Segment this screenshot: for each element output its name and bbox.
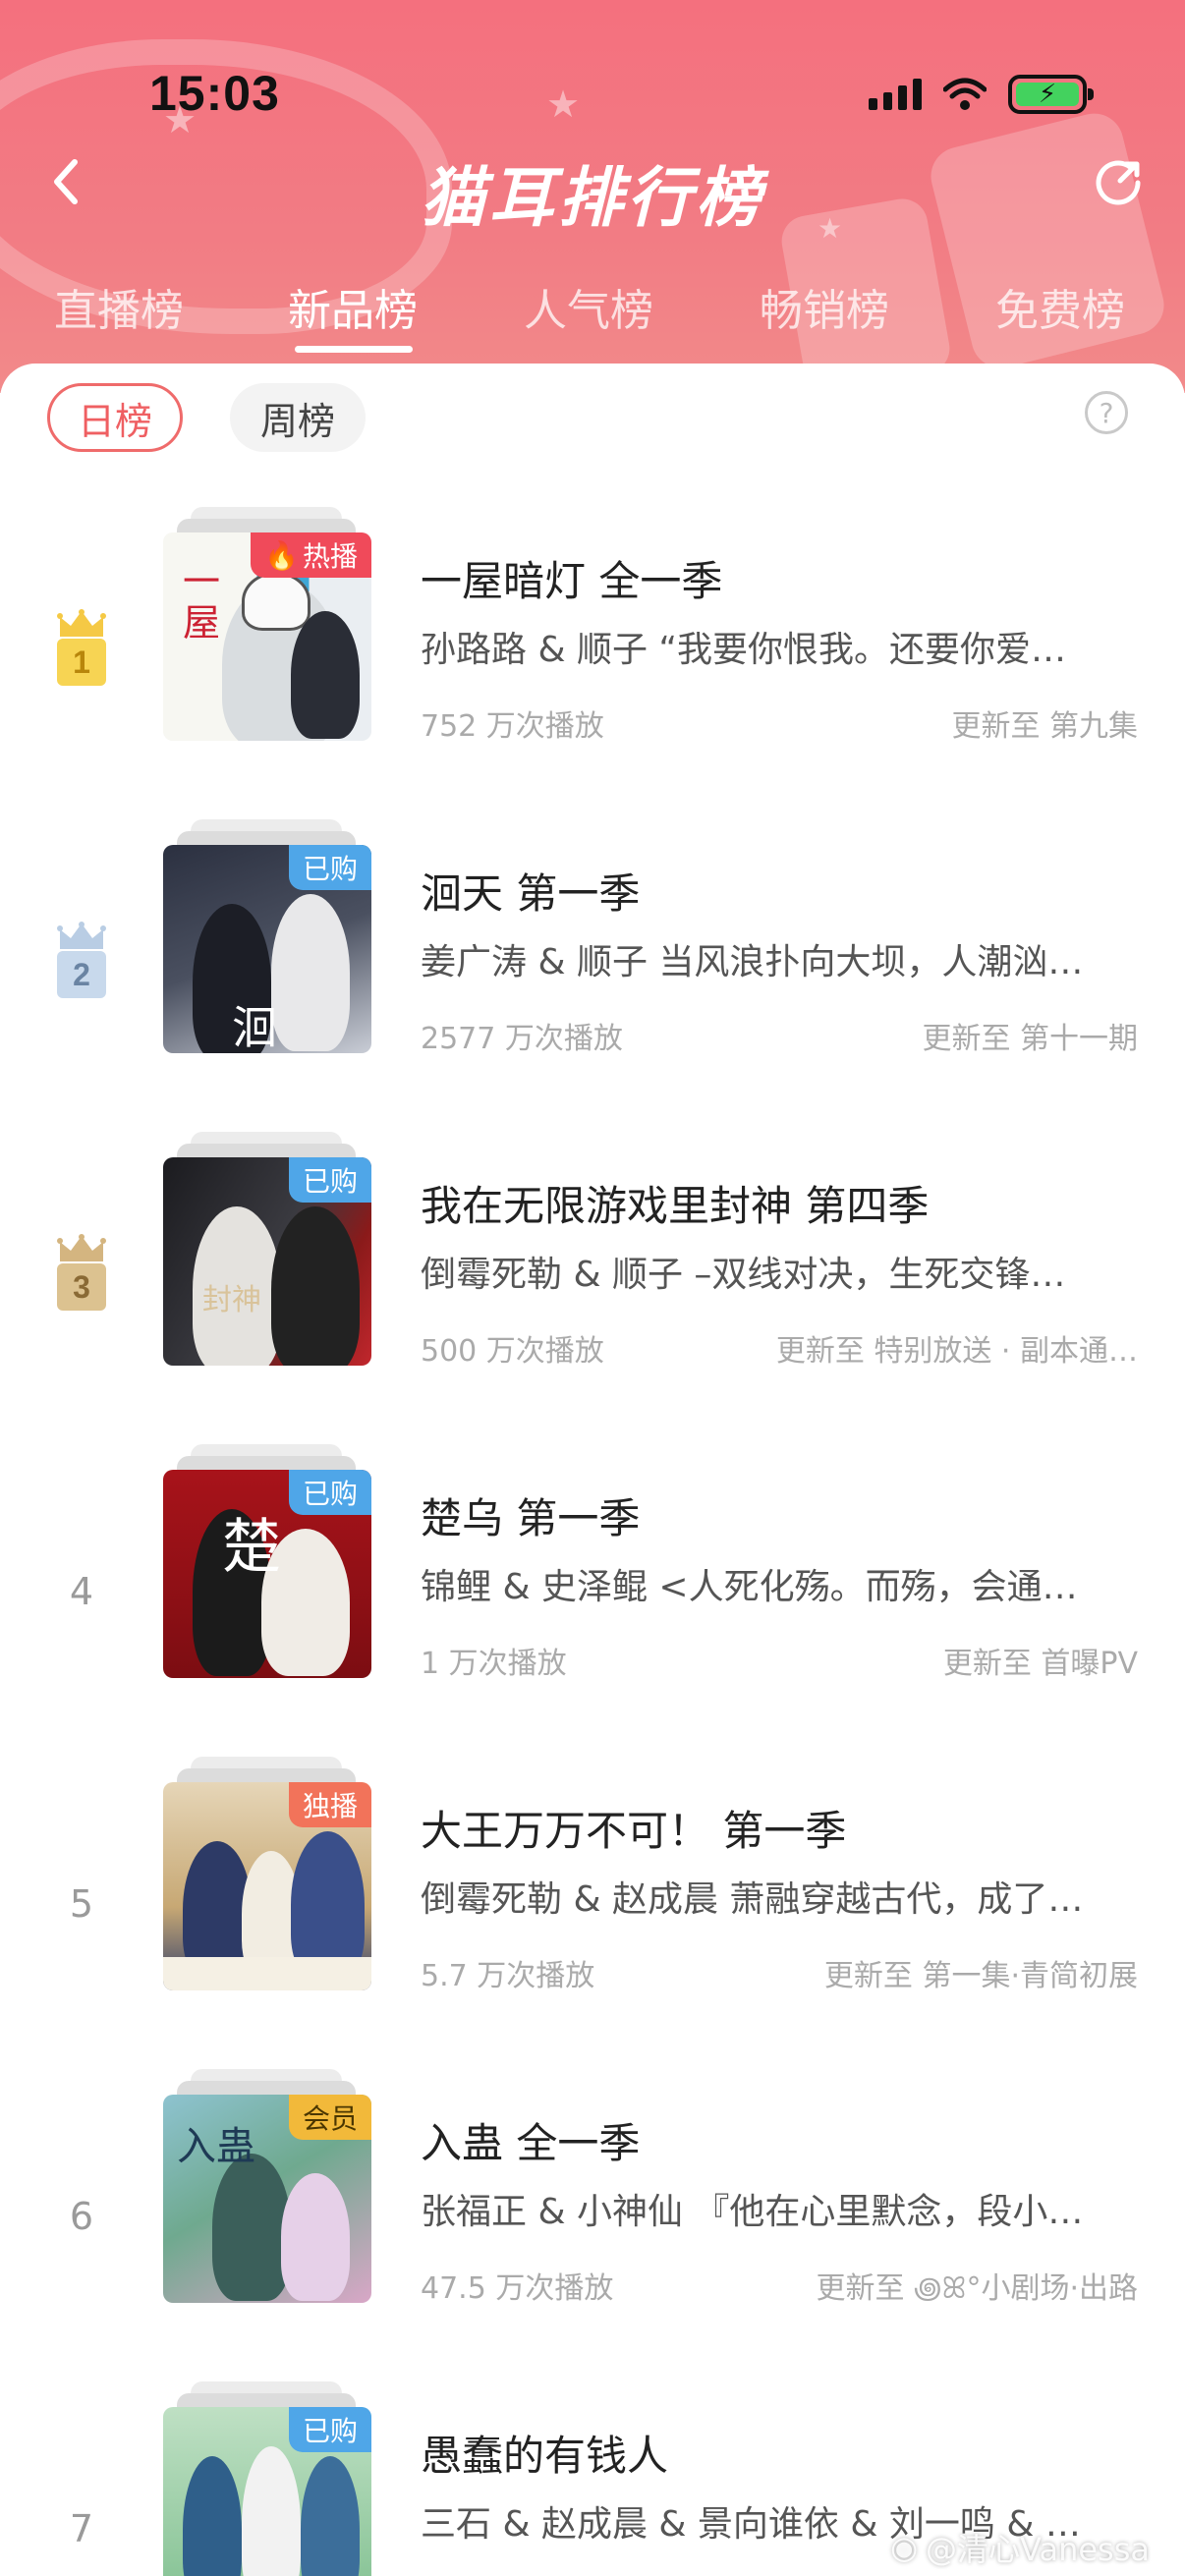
item-description: 倒霉死勒 & 顺子 –双线对决，生死交锋… — [421, 1255, 1066, 1295]
watermark-text: @清心Vanessa — [926, 2531, 1150, 2568]
crown-icon — [57, 922, 106, 949]
battery-icon: ⚡ — [1008, 75, 1094, 114]
rank-number: 1 — [57, 639, 106, 686]
item-title: 洄天 第一季 — [421, 869, 641, 918]
update-status: 更新至 ꩜ꕤ°小剧场·出路 — [816, 2271, 1138, 2306]
rank-number: 5 — [69, 1882, 94, 1926]
play-count: 500 万次播放 — [421, 1334, 604, 1369]
rank-badge: 4 — [47, 1542, 116, 1641]
play-count: 47.5 万次播放 — [421, 2271, 614, 2306]
item-title: 入蛊 全一季 — [421, 2119, 641, 2167]
item-title: 楚乌 第一季 — [421, 1494, 641, 1542]
header: ★ ★ ★ 15:03 ⚡ 猫耳排行榜 直播榜 新品榜 人气榜 畅销榜 免费榜 — [0, 0, 1185, 393]
rank-number: 7 — [69, 2507, 94, 2550]
item-description: 锦鲤 & 史泽鲲 <人死化殇。而殇，会通… — [421, 1567, 1078, 1607]
rank-number: 2 — [57, 951, 106, 998]
item-description: 姜广涛 & 顺子 当风浪扑向大坝，人潮汹… — [421, 942, 1084, 982]
cover-tag: 已购 — [288, 1470, 371, 1515]
cover-stack[interactable]: 封神 已购 — [163, 1132, 371, 1377]
cover-stack[interactable]: 一屋 🔥 热播 — [163, 507, 371, 753]
daily-ranking-toggle[interactable]: 日榜 — [47, 383, 183, 452]
list-item[interactable]: 5 独播 大王万万不可！ 第一季 倒霉死勒 & 赵成晨 萧融穿越古代，成了… 5… — [0, 1753, 1185, 2065]
rank-badge: 7 — [47, 2480, 116, 2576]
update-status: 更新至 特别放送 · 副本通… — [775, 1334, 1138, 1369]
cover-stack[interactable]: 入蛊 会员 — [163, 2069, 371, 2315]
item-title: 一屋暗灯 全一季 — [421, 557, 723, 605]
weibo-icon: ◉ — [890, 2529, 919, 2566]
list-item[interactable]: 2 洄 已购 洄天 第一季 姜广涛 & 顺子 当风浪扑向大坝，人潮汹… 2577… — [0, 815, 1185, 1128]
rank-badge: 3 — [47, 1230, 116, 1328]
rank-badge: 5 — [47, 1855, 116, 1953]
tag-label: 热播 — [302, 540, 358, 573]
rank-badge: 1 — [47, 605, 116, 703]
cover-tag: 独播 — [288, 1782, 371, 1827]
cover-tag: 已购 — [288, 845, 371, 890]
wifi-icon — [943, 78, 987, 110]
play-count: 752 万次播放 — [421, 709, 604, 744]
status-icons: ⚡ — [869, 75, 1094, 114]
crown-icon — [57, 1234, 106, 1261]
rank-number: 4 — [69, 1570, 94, 1613]
list-item[interactable]: 1 一屋 🔥 热播 一屋暗灯 全一季 孙路路 & 顺子 “我要你恨我。还要你爱… … — [0, 503, 1185, 815]
item-description: 张福正 & 小神仙 『他在心里默念，段小… — [421, 2192, 1084, 2232]
tab-live[interactable]: 直播榜 — [26, 275, 212, 338]
update-status: 更新至 第十一期 — [922, 1022, 1138, 1056]
item-title: 大王万万不可！ 第一季 — [421, 1807, 847, 1855]
tab-free[interactable]: 免费榜 — [967, 275, 1154, 338]
page-title: 猫耳排行榜 — [421, 160, 764, 236]
cover-stack[interactable]: 洄 已购 — [163, 819, 371, 1065]
help-icon[interactable]: ? — [1085, 391, 1128, 434]
list-item[interactable]: 6 入蛊 会员 入蛊 全一季 张福正 & 小神仙 『他在心里默念，段小… 47.… — [0, 2065, 1185, 2378]
list-item[interactable]: 3 封神 已购 我在无限游戏里封神 第四季 倒霉死勒 & 顺子 –双线对决，生死… — [0, 1128, 1185, 1440]
list-item[interactable]: 4 楚 已购 楚乌 第一季 锦鲤 & 史泽鲲 <人死化殇。而殇，会通… 1 万次… — [0, 1440, 1185, 1753]
watermark: ◉ @清心Vanessa — [890, 2525, 1150, 2570]
fire-icon: 🔥 — [264, 538, 299, 572]
play-count: 1 万次播放 — [421, 1647, 567, 1681]
rank-badge: 2 — [47, 918, 116, 1016]
cover-tag: 已购 — [288, 1157, 371, 1203]
crown-icon — [57, 609, 106, 637]
cover-tag: 会员 — [288, 2095, 371, 2140]
tab-popular[interactable]: 人气榜 — [495, 275, 682, 338]
cellular-signal-icon — [869, 79, 922, 110]
play-count: 5.7 万次播放 — [421, 1959, 595, 1993]
update-status: 更新至 第九集 — [951, 709, 1138, 744]
tab-new[interactable]: 新品榜 — [259, 275, 446, 338]
cover-stack[interactable]: 楚 已购 — [163, 1444, 371, 1690]
cover-stack[interactable]: 独播 — [163, 1757, 371, 2002]
item-title: 愚蠢的有钱人 — [421, 2432, 669, 2480]
cover-tag: 已购 — [288, 2407, 371, 2452]
ranking-tabs: 直播榜 新品榜 人气榜 畅销榜 免费榜 — [0, 275, 1185, 354]
update-status: 更新至 首曝PV — [942, 1647, 1138, 1681]
rank-number: 6 — [69, 2195, 94, 2238]
rank-number: 3 — [57, 1263, 106, 1311]
share-icon[interactable] — [1091, 155, 1146, 210]
item-title: 我在无限游戏里封神 第四季 — [421, 1182, 930, 1230]
item-description: 孙路路 & 顺子 “我要你恨我。还要你爱… — [421, 630, 1067, 670]
cover-stack[interactable]: 已购 — [163, 2381, 371, 2576]
rank-badge: 6 — [47, 2167, 116, 2266]
item-description: 倒霉死勒 & 赵成晨 萧融穿越古代，成了… — [421, 1879, 1084, 1920]
play-count: 2577 万次播放 — [421, 1022, 623, 1056]
star-icon: ★ — [546, 83, 581, 126]
cover-tag: 🔥 热播 — [251, 532, 371, 578]
weekly-ranking-toggle[interactable]: 周榜 — [230, 383, 366, 452]
status-time: 15:03 — [149, 66, 280, 121]
tab-bestseller[interactable]: 畅销榜 — [731, 275, 918, 338]
active-tab-indicator — [295, 346, 413, 353]
update-status: 更新至 第一集·青简初展 — [823, 1959, 1138, 1993]
